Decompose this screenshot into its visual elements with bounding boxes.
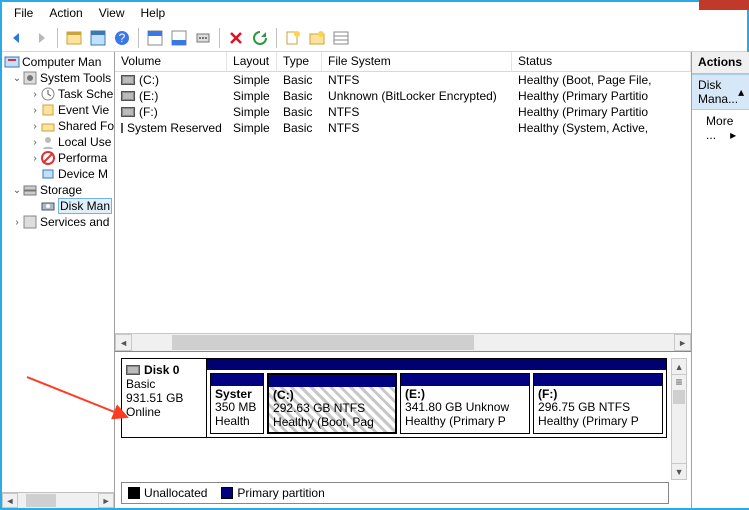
help-button[interactable]: ? <box>111 27 133 49</box>
actions-more[interactable]: More ... ▸ <box>692 110 749 146</box>
col-status[interactable]: Status <box>512 52 691 71</box>
show-hide-tree-button[interactable] <box>63 27 85 49</box>
col-layout[interactable]: Layout <box>227 52 277 71</box>
col-type[interactable]: Type <box>277 52 322 71</box>
tree-storage[interactable]: ⌄Storage <box>2 182 114 198</box>
disk-info: Disk 0 Basic 931.51 GB Online <box>122 359 207 437</box>
volume-table: Volume Layout Type File System Status (C… <box>115 52 691 352</box>
disk-kind: Basic <box>126 377 202 391</box>
volume-row[interactable]: (F:)SimpleBasicNTFSHealthy (Primary Part… <box>115 104 691 120</box>
tree-root[interactable]: Computer Man <box>2 54 114 70</box>
partition[interactable]: (E:)341.80 GB UnknowHealthy (Primary P <box>400 373 530 434</box>
svg-text:?: ? <box>119 31 126 45</box>
disk-state: Online <box>126 405 202 419</box>
toolbar: ? <box>2 24 747 52</box>
menubar: File Action View Help <box>2 2 747 24</box>
tree-pane: Computer Man ⌄System Tools ›Task Sche ›E… <box>2 52 115 508</box>
view-bottom-button[interactable] <box>168 27 190 49</box>
disk-name: Disk 0 <box>144 363 179 377</box>
tree-systools[interactable]: ⌄System Tools <box>2 70 114 86</box>
menu-help[interactable]: Help <box>133 4 174 22</box>
chevron-up-icon: ▴ <box>738 85 744 99</box>
tree-services[interactable]: ›Services and <box>2 214 114 230</box>
legend-primary: Primary partition <box>221 486 324 500</box>
disk-caption-bar <box>207 359 666 370</box>
forward-button[interactable] <box>30 27 52 49</box>
col-volume[interactable]: Volume <box>115 52 227 71</box>
volume-header[interactable]: Volume Layout Type File System Status <box>115 52 691 72</box>
disk-pane: Disk 0 Basic 931.51 GB Online Syster350 … <box>115 352 691 508</box>
tree-device[interactable]: ›Device M <box>2 166 114 182</box>
disk-vscroll[interactable]: ▲≡▼ <box>671 358 687 480</box>
partition[interactable]: Syster350 MBHealth <box>210 373 264 434</box>
partition[interactable]: (F:)296.75 GB NTFSHealthy (Primary P <box>533 373 663 434</box>
tree-shared[interactable]: ›Shared Fo <box>2 118 114 134</box>
menu-action[interactable]: Action <box>41 4 90 22</box>
list-view-button[interactable] <box>330 27 352 49</box>
back-button[interactable] <box>6 27 28 49</box>
tree-event[interactable]: ›Event Vie <box>2 102 114 118</box>
actions-header: Actions <box>692 52 749 74</box>
partition[interactable]: (C:)292.63 GB NTFSHealthy (Boot, Pag <box>267 373 397 434</box>
window-close-hint <box>699 0 749 10</box>
delete-button[interactable] <box>225 27 247 49</box>
actions-pane: Actions Disk Mana...▴ More ... ▸ <box>692 52 749 508</box>
volume-name: (E:) <box>139 89 158 103</box>
disk-block[interactable]: Disk 0 Basic 931.51 GB Online Syster350 … <box>121 358 667 438</box>
volume-row[interactable]: (E:)SimpleBasicUnknown (BitLocker Encryp… <box>115 88 691 104</box>
volume-icon <box>121 75 135 85</box>
view-top-button[interactable] <box>144 27 166 49</box>
volume-icon <box>121 123 123 133</box>
volume-name: System Reserved <box>127 121 222 135</box>
volume-hscroll[interactable]: ◄► <box>115 333 691 351</box>
refresh-button[interactable] <box>249 27 271 49</box>
tree-task[interactable]: ›Task Sche <box>2 86 114 102</box>
tree-hscroll[interactable]: ◄► <box>2 492 114 508</box>
volume-icon <box>121 107 135 117</box>
chevron-right-icon: ▸ <box>730 128 736 142</box>
legend: Unallocated Primary partition <box>121 482 669 504</box>
properties-button[interactable] <box>87 27 109 49</box>
volume-name: (F:) <box>139 105 158 119</box>
settings-button[interactable] <box>192 27 214 49</box>
folder-new-button[interactable] <box>306 27 328 49</box>
menu-file[interactable]: File <box>6 4 41 22</box>
volume-name: (C:) <box>139 73 159 87</box>
volume-row[interactable]: System ReservedSimpleBasicNTFSHealthy (S… <box>115 120 691 136</box>
menu-view[interactable]: View <box>91 4 133 22</box>
tree-diskman[interactable]: ›Disk Man <box>2 198 114 214</box>
tree-local[interactable]: ›Local Use <box>2 134 114 150</box>
disk-icon <box>126 365 140 375</box>
new-item-button[interactable] <box>282 27 304 49</box>
legend-unallocated: Unallocated <box>128 486 207 500</box>
center-pane: Volume Layout Type File System Status (C… <box>115 52 692 508</box>
tree-perf[interactable]: ›Performa <box>2 150 114 166</box>
col-fs[interactable]: File System <box>322 52 512 71</box>
volume-row[interactable]: (C:)SimpleBasicNTFSHealthy (Boot, Page F… <box>115 72 691 88</box>
volume-icon <box>121 91 135 101</box>
actions-context[interactable]: Disk Mana...▴ <box>692 74 749 110</box>
disk-size: 931.51 GB <box>126 391 202 405</box>
